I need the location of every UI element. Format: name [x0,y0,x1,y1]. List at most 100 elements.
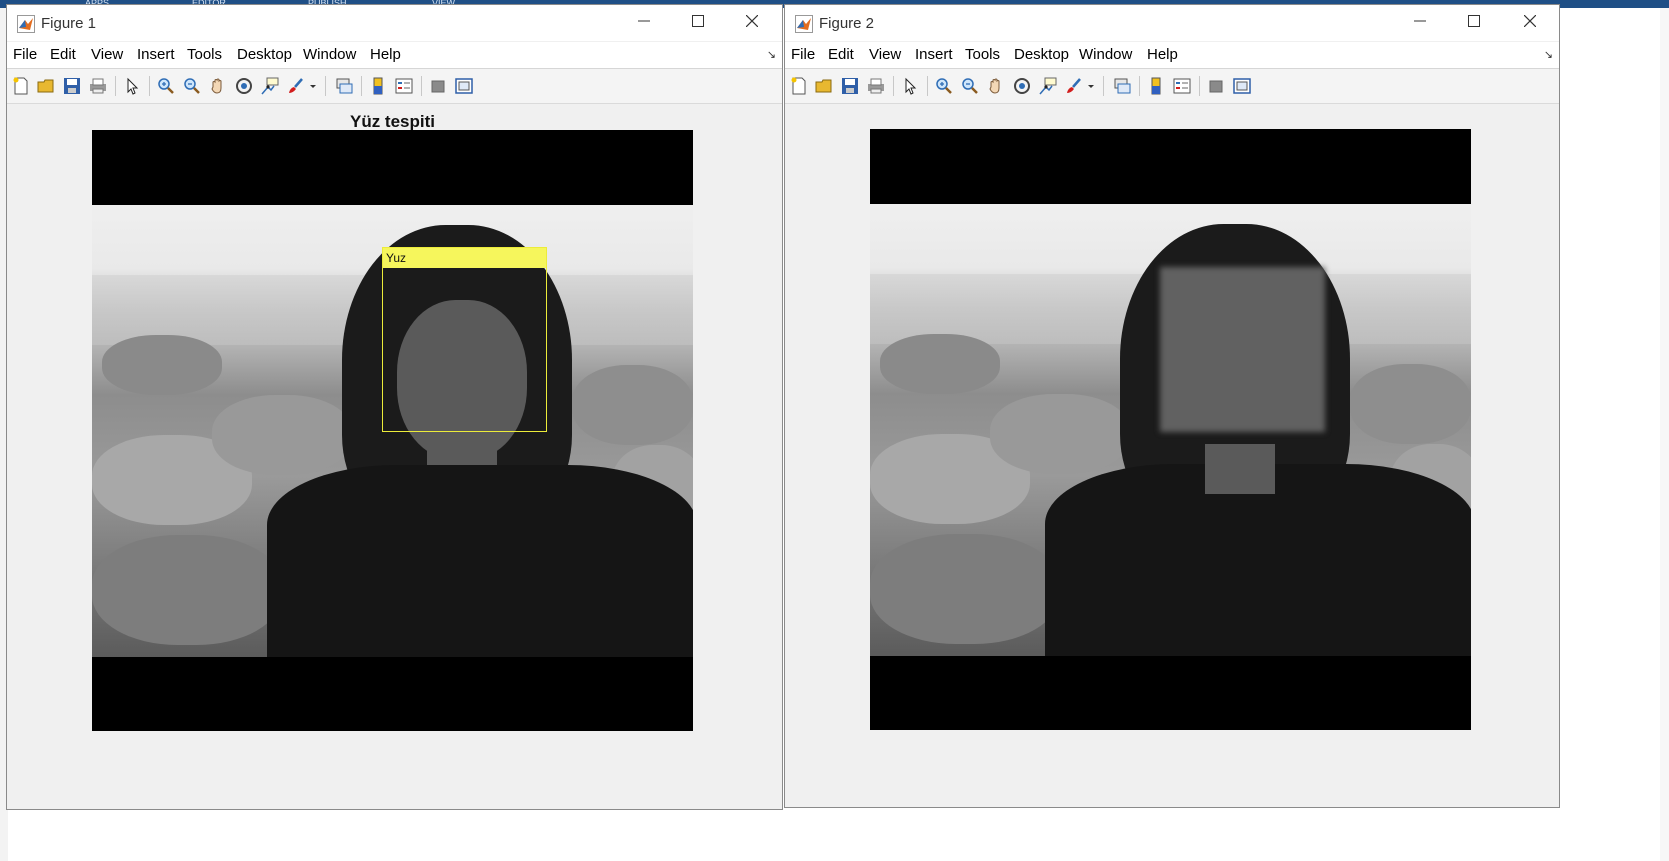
zoom-out-button[interactable] [959,75,981,97]
figure-toolbar [7,69,782,104]
minimize-button[interactable] [621,9,667,37]
rotate-3d-button[interactable] [1011,75,1033,97]
menu-help[interactable]: Help [370,46,401,63]
zoom-in-button[interactable] [155,75,177,97]
insert-colorbar-button[interactable] [367,75,389,97]
insert-colorbar-button[interactable] [1145,75,1167,97]
toolbar-separator [1139,76,1140,96]
figure-1-window: Figure 1 File Edit View Insert Tools Des… [6,4,783,810]
hide-plot-tools-button[interactable] [1205,75,1227,97]
blurred-face-region [1160,267,1325,432]
print-button[interactable] [87,75,109,97]
brush-dropdown-button[interactable] [308,75,318,97]
new-figure-button[interactable] [10,75,32,97]
open-file-icon [815,79,832,93]
title-bar[interactable]: Figure 1 [7,5,782,41]
link-plot-button[interactable] [333,75,355,97]
insert-colorbar-icon [373,77,383,95]
show-plot-tools-icon [1233,78,1251,94]
menu-view[interactable]: View [91,46,123,63]
title-bar[interactable]: Figure 2 [785,5,1559,41]
maximize-icon [692,15,704,27]
minimize-button[interactable] [1397,9,1443,37]
show-plot-tools-button[interactable] [1231,75,1253,97]
rotate-3d-button[interactable] [233,75,255,97]
open-file-button[interactable] [813,75,835,97]
zoom-out-button[interactable] [181,75,203,97]
link-plot-icon [1114,78,1131,94]
maximize-button[interactable] [1451,9,1497,37]
menu-edit[interactable]: Edit [828,46,854,63]
toolbar-separator [361,76,362,96]
menu-file[interactable]: File [13,46,37,63]
save-button[interactable] [839,75,861,97]
menu-file[interactable]: File [791,46,815,63]
print-icon [868,78,884,94]
window-title: Figure 1 [41,15,97,32]
image-axes[interactable]: Yuz [92,130,693,731]
link-plot-button[interactable] [1111,75,1133,97]
pan-button[interactable] [207,75,229,97]
edit-plot-button[interactable] [121,75,143,97]
menu-desktop[interactable]: Desktop [1014,46,1069,63]
rock [880,334,1000,394]
brush-dropdown-button[interactable] [1086,75,1096,97]
face-bounding-box: Yuz [382,247,547,432]
brush-button[interactable] [285,75,307,97]
shirt [267,465,693,657]
data-cursor-button[interactable] [259,75,281,97]
menu-desktop[interactable]: Desktop [237,46,292,63]
data-cursor-icon [1039,77,1057,95]
rock [92,535,282,645]
minimize-icon [638,20,650,22]
close-button[interactable] [729,9,775,37]
menu-view[interactable]: View [869,46,901,63]
toolbar-separator [927,76,928,96]
show-plot-tools-button[interactable] [453,75,475,97]
pan-button[interactable] [985,75,1007,97]
maximize-button[interactable] [675,9,721,37]
save-button[interactable] [61,75,83,97]
toolbar-separator [893,76,894,96]
zoom-in-button[interactable] [933,75,955,97]
new-figure-button[interactable] [788,75,810,97]
link-plot-icon [336,78,353,94]
rock [870,534,1060,644]
menu-tools[interactable]: Tools [965,46,1000,63]
zoom-out-icon [184,78,200,94]
menu-window[interactable]: Window [1079,46,1132,63]
menu-insert[interactable]: Insert [137,46,175,63]
new-figure-icon [791,77,806,95]
menu-help[interactable]: Help [1147,46,1178,63]
menu-bar: File Edit View Insert Tools Desktop Wind… [785,42,1559,69]
insert-legend-button[interactable] [1171,75,1193,97]
figure-canvas[interactable] [785,104,1559,807]
menu-window[interactable]: Window [303,46,356,63]
hide-plot-tools-button[interactable] [427,75,449,97]
figure-canvas[interactable]: Yüz tespiti Yuz [7,104,782,809]
toolbar-separator [1199,76,1200,96]
window-title: Figure 2 [819,15,875,32]
pan-hand-icon [211,78,222,94]
brush-dropdown-icon [310,85,316,88]
dock-arrow-icon[interactable]: ↘ [767,48,776,61]
data-cursor-button[interactable] [1037,75,1059,97]
rock [1350,364,1471,444]
open-file-button[interactable] [35,75,57,97]
close-button[interactable] [1507,9,1553,37]
pan-hand-icon [989,78,1000,94]
menu-insert[interactable]: Insert [915,46,953,63]
image-axes[interactable] [870,129,1471,730]
edit-plot-button[interactable] [899,75,921,97]
menu-tools[interactable]: Tools [187,46,222,63]
new-figure-icon [13,77,28,95]
rock [102,335,222,395]
brush-button[interactable] [1063,75,1085,97]
dock-arrow-icon[interactable]: ↘ [1544,48,1553,61]
hide-plot-tools-icon [1209,80,1223,93]
print-button[interactable] [865,75,887,97]
rotate-3d-icon [1014,78,1030,94]
edit-plot-arrow-icon [905,77,917,95]
insert-legend-button[interactable] [393,75,415,97]
menu-edit[interactable]: Edit [50,46,76,63]
